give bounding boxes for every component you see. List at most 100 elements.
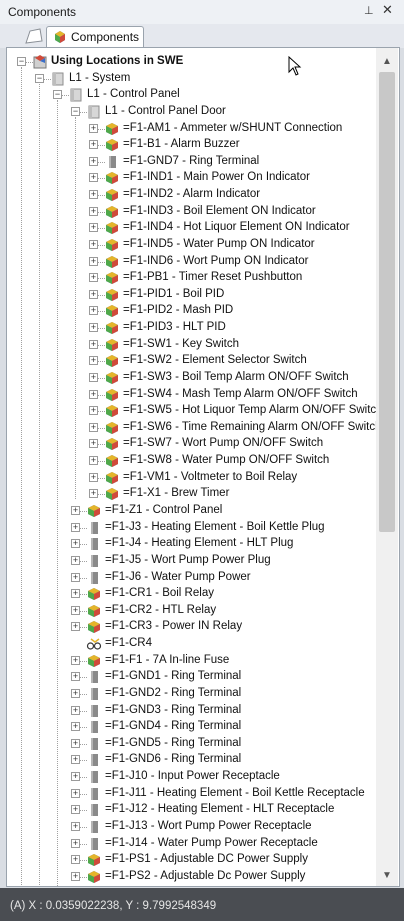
component-icon (104, 254, 120, 270)
collapse-icon[interactable]: − (71, 107, 80, 116)
tree-node-label: =F1-SW3 - Boil Temp Alarm ON/OFF Switch (123, 371, 349, 383)
components-icon (55, 31, 65, 43)
expand-icon[interactable]: + (71, 589, 80, 598)
expand-icon[interactable]: + (71, 839, 80, 848)
expand-icon[interactable]: + (89, 124, 98, 133)
coordinate-readout: (A) X : 0.0359022238, Y : 9.7992548349 (10, 900, 217, 912)
expand-icon[interactable]: + (71, 872, 80, 881)
terminal-icon (86, 786, 102, 802)
collapse-icon[interactable]: − (17, 57, 26, 66)
expand-icon[interactable]: + (71, 622, 80, 631)
tree-node-label: =F1-J3 - Heating Element - Boil Kettle P… (105, 521, 325, 533)
component-icon (104, 204, 120, 220)
component-icon (104, 220, 120, 236)
component-icon (104, 420, 120, 436)
glasses-icon (86, 636, 102, 652)
tree-guide-line (57, 100, 58, 886)
close-icon[interactable]: ✕ (382, 2, 393, 18)
expand-icon[interactable]: + (89, 423, 98, 432)
tree-node-label: =F1-J12 - Heating Element - HLT Receptac… (105, 803, 335, 815)
scroll-thumb[interactable] (379, 72, 395, 532)
expand-icon[interactable]: + (71, 706, 80, 715)
expand-icon[interactable]: + (71, 772, 80, 781)
scroll-up-arrow-icon[interactable]: ▲ (382, 56, 392, 67)
component-icon (86, 653, 102, 669)
collapse-icon[interactable]: − (35, 74, 44, 83)
expand-icon[interactable]: + (71, 789, 80, 798)
root-icon (32, 54, 48, 70)
tree-node-label: =F1-CR1 - Boil Relay (105, 587, 214, 599)
component-icon (104, 121, 120, 137)
expand-icon[interactable]: + (71, 805, 80, 814)
terminal-icon (86, 736, 102, 752)
tree-node-label: =F1-SW2 - Element Selector Switch (123, 354, 307, 366)
tree-node-label: =F1-PID3 - HLT PID (123, 321, 226, 333)
tree-node-label: =F1-SW4 - Mash Temp Alarm ON/OFF Switch (123, 388, 358, 400)
expand-icon[interactable]: + (71, 523, 80, 532)
expand-icon[interactable]: + (71, 539, 80, 548)
component-icon (86, 603, 102, 619)
expand-icon[interactable]: + (71, 739, 80, 748)
tab-components[interactable]: Components (46, 26, 144, 47)
expand-icon[interactable]: + (71, 556, 80, 565)
expand-icon[interactable]: + (89, 489, 98, 498)
expand-icon[interactable]: + (71, 656, 80, 665)
tree-node-label: =F1-F1 - 7A In-line Fuse (105, 654, 230, 666)
expand-icon[interactable]: + (71, 755, 80, 764)
component-icon (104, 403, 120, 419)
expand-icon[interactable]: + (71, 573, 80, 582)
tree-node-label: L1 - System (69, 72, 131, 84)
expand-icon[interactable]: + (89, 306, 98, 315)
tree-node-label: =F1-GND4 - Ring Terminal (105, 720, 242, 732)
terminal-icon (86, 553, 102, 569)
expand-icon[interactable]: + (71, 822, 80, 831)
pin-icon[interactable]: ⊥ (364, 4, 374, 17)
scroll-down-arrow-icon[interactable]: ▼ (382, 870, 392, 881)
tree-node-label: =F1-SW1 - Key Switch (123, 338, 239, 350)
expand-icon[interactable]: + (89, 157, 98, 166)
expand-icon[interactable]: + (89, 373, 98, 382)
tree-node-label: =F1-IND3 - Boil Element ON Indicator (123, 205, 316, 217)
expand-icon[interactable]: + (89, 223, 98, 232)
tree-node-label: =F1-SW7 - Wort Pump ON/OFF Switch (123, 437, 324, 449)
expand-icon[interactable]: + (89, 406, 98, 415)
expand-icon[interactable]: + (89, 190, 98, 199)
tree-node-label: =F1-PS2 - Adjustable Dc Power Supply (105, 870, 306, 882)
tree-node-label: =F1-J14 - Water Pump Power Receptacle (105, 837, 318, 849)
component-icon (104, 287, 120, 303)
expand-icon[interactable]: + (89, 473, 98, 482)
expand-icon[interactable]: + (89, 439, 98, 448)
expand-icon[interactable]: + (71, 672, 80, 681)
expand-icon[interactable]: + (89, 340, 98, 349)
tree-node-label: L1 - Control Panel (87, 88, 180, 100)
tree-guide-line (21, 67, 22, 886)
expand-icon[interactable]: + (71, 722, 80, 731)
expand-icon[interactable]: + (89, 273, 98, 282)
expand-icon[interactable]: + (89, 356, 98, 365)
component-icon (104, 370, 120, 386)
collapse-icon[interactable]: − (53, 90, 62, 99)
expand-icon[interactable]: + (89, 240, 98, 249)
component-icon (86, 619, 102, 635)
component-icon (86, 852, 102, 868)
components-tree-panel: − Using Locations in SWE − L1 - System − L1 -… (6, 47, 400, 887)
expand-icon[interactable]: + (89, 456, 98, 465)
expand-icon[interactable]: + (89, 140, 98, 149)
tree-node-label: =F1-PS1 - Adjustable DC Power Supply (105, 853, 308, 865)
expand-icon[interactable]: + (71, 855, 80, 864)
component-icon (104, 320, 120, 336)
expand-icon[interactable]: + (89, 290, 98, 299)
tree-node-label: =F1-SW5 - Hot Liquor Temp Alarm ON/OFF S… (123, 404, 383, 416)
vertical-scrollbar[interactable]: ▲ ▼ (376, 48, 398, 886)
expand-icon[interactable]: + (71, 606, 80, 615)
expand-icon[interactable]: + (89, 257, 98, 266)
expand-icon[interactable]: + (71, 689, 80, 698)
terminal-icon (86, 520, 102, 536)
expand-icon[interactable]: + (89, 323, 98, 332)
component-icon (104, 137, 120, 153)
expand-icon[interactable]: + (89, 173, 98, 182)
expand-icon[interactable]: + (89, 390, 98, 399)
expand-icon[interactable]: + (71, 506, 80, 515)
component-icon (104, 453, 120, 469)
expand-icon[interactable]: + (89, 207, 98, 216)
